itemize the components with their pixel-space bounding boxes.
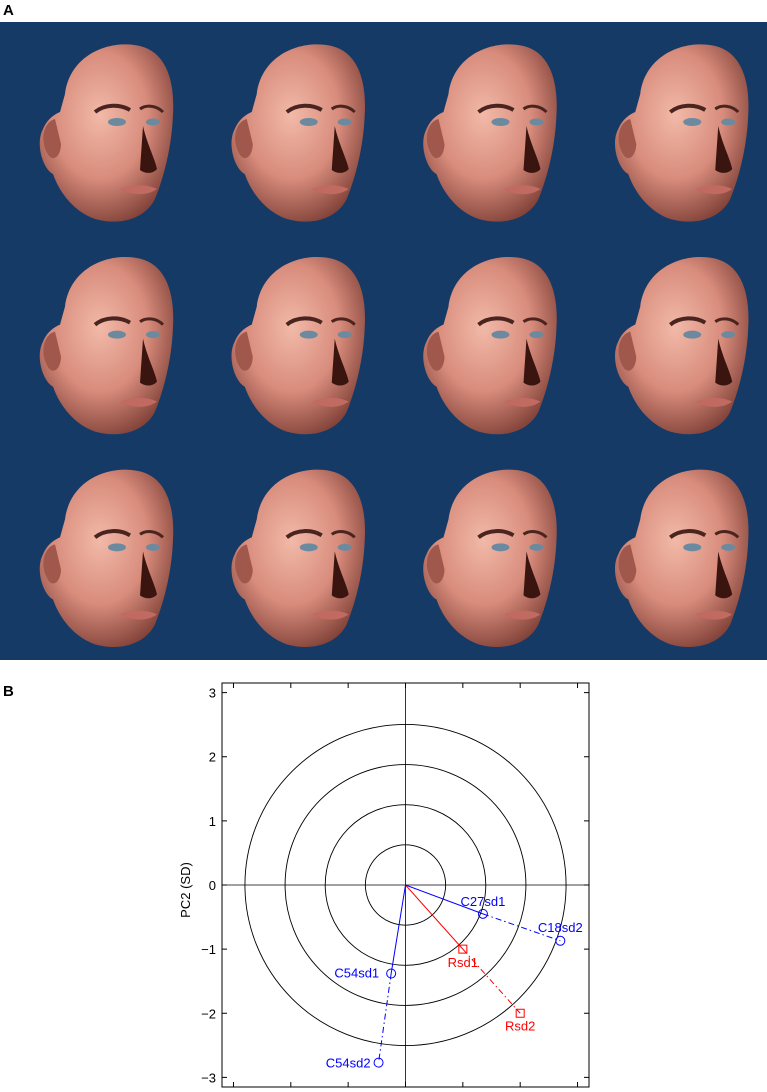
face-eye	[529, 118, 544, 126]
face-render-1	[39, 44, 174, 222]
face-eye	[299, 543, 318, 552]
face-eye	[337, 543, 352, 551]
face-render-2	[231, 44, 365, 222]
face-head	[614, 44, 749, 222]
face-render-7	[423, 257, 557, 435]
face-head	[231, 257, 365, 435]
face-eye	[683, 330, 702, 339]
y-tick-label: −3	[201, 1070, 216, 1085]
face-head	[614, 469, 749, 647]
face-head	[423, 257, 557, 435]
face-eye	[108, 118, 126, 126]
face-eye	[491, 330, 510, 339]
y-tick-label: −2	[201, 1006, 216, 1021]
face-head	[39, 469, 174, 647]
face-head	[614, 257, 749, 435]
face-eye	[146, 331, 160, 339]
panel-a-label: A	[3, 2, 14, 19]
series-dashdot-2	[378, 973, 392, 1063]
face-head	[423, 44, 557, 222]
face-eye	[146, 543, 160, 551]
face-eye	[108, 543, 126, 552]
face-render-11	[423, 469, 557, 647]
face-eye	[529, 543, 544, 551]
face-eye	[146, 118, 160, 126]
face-eye	[108, 330, 126, 339]
face-head	[231, 44, 365, 222]
face-eye	[683, 543, 702, 552]
label-Rsd1: Rsd1	[448, 955, 478, 970]
face-eye	[491, 543, 510, 552]
pc-scatter-chart: −3−2−10123−3−2−10123PC1 (SD)PC2 (SD)Rsd1…	[178, 682, 590, 1092]
face-head	[423, 469, 557, 647]
y-axis-title: PC2 (SD)	[178, 862, 193, 918]
face-eye	[721, 331, 736, 339]
face-render-5	[39, 257, 174, 435]
face-head	[39, 44, 174, 222]
label-C27sd1: C27sd1	[461, 894, 506, 909]
face-eye	[299, 330, 318, 339]
label-C54sd1: C54sd1	[334, 965, 379, 980]
series-line-0	[405, 884, 464, 950]
face-eye	[529, 331, 544, 339]
y-tick-label: 0	[209, 878, 216, 893]
face-eye	[337, 331, 352, 339]
label-C18sd2: C18sd2	[538, 920, 583, 935]
face-eye	[721, 118, 736, 126]
face-render-9	[39, 469, 174, 647]
face-render-10	[231, 469, 365, 647]
label-C54sd2: C54sd2	[326, 1056, 371, 1071]
y-tick-label: 3	[209, 686, 216, 701]
y-tick-label: 1	[209, 814, 216, 829]
face-grid	[39, 44, 749, 647]
face-eye	[721, 543, 736, 551]
face-render-4	[614, 44, 749, 222]
face-eye	[337, 118, 352, 126]
face-eye	[491, 118, 510, 126]
face-render-3	[423, 44, 557, 222]
face-render-8	[614, 257, 749, 435]
label-Rsd2: Rsd2	[505, 1018, 535, 1033]
face-grid-panel	[0, 22, 767, 660]
face-render-12	[614, 469, 749, 647]
face-eye	[299, 118, 318, 126]
y-tick-label: 2	[209, 750, 216, 765]
series-line-2	[390, 884, 406, 974]
face-render-6	[231, 257, 365, 435]
face-eye	[683, 118, 702, 126]
y-tick-label: −1	[201, 942, 216, 957]
face-head	[231, 469, 365, 647]
face-head	[39, 257, 174, 435]
